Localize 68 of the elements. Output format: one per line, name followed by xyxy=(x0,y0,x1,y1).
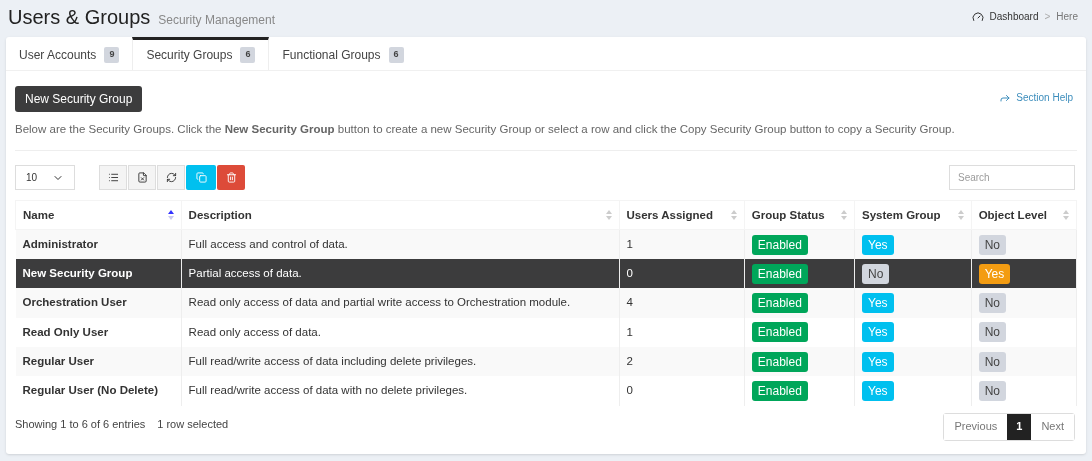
status-badge: Yes xyxy=(862,322,894,343)
status-badge: Yes xyxy=(978,263,1011,284)
page-size-select[interactable]: 10 xyxy=(15,165,75,191)
status-badge: Enabled xyxy=(751,380,808,401)
table-cell: 0 xyxy=(619,376,745,406)
dashboard-icon xyxy=(971,10,984,23)
table-cell: Read only access of data. xyxy=(181,317,619,347)
table-row[interactable]: Regular User Full read/write access of data including delete privileges. 2 Enabled Yes No xyxy=(15,346,1077,377)
column-header[interactable]: Name xyxy=(15,200,182,230)
status-badge: Yes xyxy=(862,293,894,313)
status-badge: Enabled xyxy=(751,263,808,284)
table-cell: Full read/write access of data with no delete privileges. xyxy=(181,376,619,406)
table-cell: 4 xyxy=(619,288,745,318)
status-badge: Enabled xyxy=(751,322,808,343)
table-row[interactable]: Orchestration User Read only access of data and partial write access to Orchestration module. 4 Enabled Yes No xyxy=(15,288,1077,318)
table-row[interactable]: Regular User (No Delete) Full read/write access of data with no delete privileges. 0 Enabled Yes No xyxy=(15,376,1077,406)
table-cell: Orchestration User xyxy=(15,288,182,318)
status-badge: Yes xyxy=(862,351,894,372)
status-badge: Yes xyxy=(862,380,894,401)
status-badge: Enabled xyxy=(751,234,808,255)
table-cell: Regular User (No Delete) xyxy=(15,376,182,406)
column-header[interactable]: Group Status xyxy=(744,200,855,230)
export-button[interactable] xyxy=(128,165,156,191)
description-text: Below are the Security Groups. Click the New Security Group button to create a new Security Group or select a row and click the Copy Security Group button to copy a Security Group. xyxy=(15,122,956,137)
entries-info: Showing 1 to 6 of 6 entries xyxy=(15,416,146,432)
trash-icon xyxy=(225,172,237,184)
tab[interactable]: Security Groups 6 xyxy=(132,37,270,70)
breadcrumb-link[interactable]: Dashboard xyxy=(989,9,1039,24)
column-header[interactable]: System Group xyxy=(854,200,972,230)
column-header[interactable]: Users Assigned xyxy=(619,200,745,230)
table-cell: 1 xyxy=(619,317,745,347)
table-row[interactable]: Read Only User Read only access of data. 1 Enabled Yes No xyxy=(15,317,1077,347)
table-cell: Read only access of data and partial write access to Orchestration module. xyxy=(181,288,619,318)
status-badge: Enabled xyxy=(751,351,808,372)
table-row[interactable]: New Security Group Partial access of data. 0 Enabled No Yes xyxy=(15,259,1077,289)
status-badge: Yes xyxy=(862,234,894,255)
page-title: Users & Groups xyxy=(8,4,151,30)
list-button[interactable] xyxy=(99,165,127,191)
copy-icon xyxy=(195,172,207,184)
breadcrumb-separator: > xyxy=(1044,10,1051,24)
list-icon xyxy=(107,172,119,184)
table-row[interactable]: Administrator Full access and control of data. 1 Enabled Yes No xyxy=(15,229,1077,260)
status-badge: No xyxy=(978,322,1006,343)
refresh-button[interactable] xyxy=(157,165,185,191)
tab[interactable]: Functional Groups 6 xyxy=(269,37,417,70)
column-header[interactable]: Description xyxy=(181,200,619,230)
count-badge: 6 xyxy=(240,47,256,63)
refresh-icon xyxy=(165,172,177,184)
page-button[interactable]: 1 xyxy=(1007,413,1032,440)
section-help-link[interactable]: Section Help xyxy=(999,90,1073,105)
count-badge: 6 xyxy=(388,47,404,63)
file-icon xyxy=(136,172,148,184)
status-badge: No xyxy=(978,293,1006,313)
page-subtitle: Security Management xyxy=(158,11,275,29)
search-field[interactable]: Search xyxy=(949,165,1075,191)
status-badge: Enabled xyxy=(751,293,808,313)
delete-button[interactable] xyxy=(217,165,245,191)
status-badge: No xyxy=(862,263,890,284)
new-security-group-button[interactable]: New Security Group xyxy=(15,86,143,112)
status-badge: No xyxy=(978,351,1006,372)
status-badge: No xyxy=(978,380,1006,401)
selection-info: 1 row selected xyxy=(157,416,229,432)
tab[interactable]: User Accounts 9 xyxy=(6,37,133,70)
breadcrumb-link[interactable]: Here xyxy=(1056,9,1078,24)
status-badge: No xyxy=(978,234,1006,255)
count-badge: 9 xyxy=(104,47,120,63)
column-header[interactable]: Object Level xyxy=(971,200,1077,230)
table-cell: Read Only User xyxy=(15,317,182,347)
